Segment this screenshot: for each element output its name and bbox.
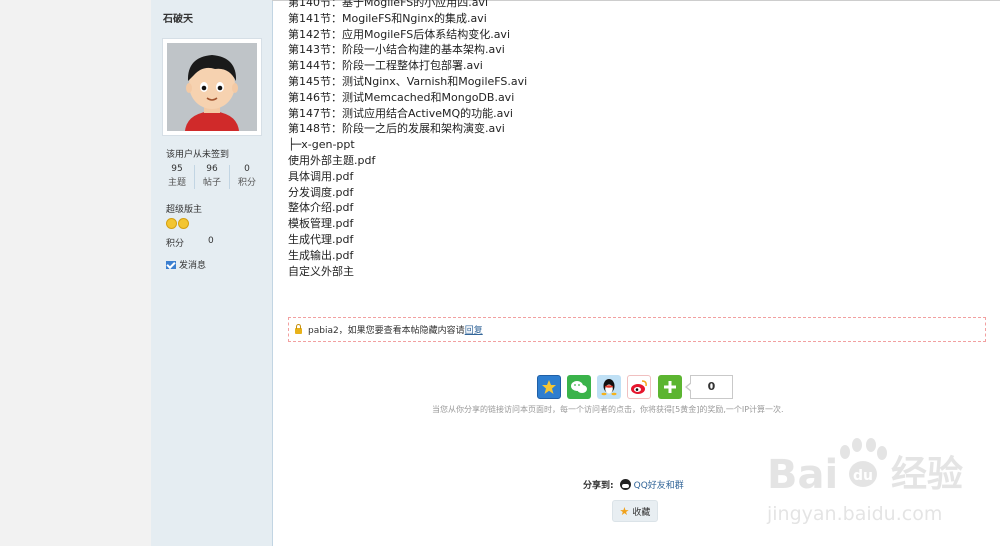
share-more-button[interactable] — [658, 375, 682, 399]
favorite-label: 收藏 — [632, 507, 651, 518]
stat-points-label: 积分 — [237, 178, 256, 188]
lock-icon — [295, 323, 302, 334]
content-line: 第141节：MogileFS和Nginx的集成.avi — [288, 11, 487, 25]
content-line: 具体调用.pdf — [288, 169, 354, 183]
plus-icon — [664, 381, 676, 393]
medal-icon — [166, 218, 177, 229]
content-line: 使用外部主题.pdf — [288, 153, 376, 167]
invite-reward-note: 当您从你分享的链接访问本页面时，每一个访问者的点击，你将获得[5黄金]的奖励,一… — [432, 405, 784, 414]
wechat-icon — [571, 381, 587, 393]
content-line: 第144节：阶段一工程整体打包部署.avi — [288, 59, 483, 73]
user-role[interactable]: 超级版主 — [166, 202, 202, 215]
author-stats: 95 主题 96 帖子 0 积分 — [160, 163, 264, 191]
watermark-url: jingyan.baidu.com — [766, 503, 942, 525]
qq-icon — [619, 479, 631, 490]
content-line: 第148节：阶段一之后的发展和架构演变.avi — [288, 122, 505, 136]
content-line: 第143节：阶段一小结合构建的基本架构.avi — [288, 43, 505, 57]
author-username[interactable]: 石破天 — [163, 10, 193, 25]
stat-topics-value: 95 — [171, 164, 183, 174]
share-wechat-button[interactable] — [567, 375, 591, 399]
reply-link[interactable]: 回复 — [465, 323, 483, 336]
stat-points-value: 0 — [244, 164, 250, 174]
content-line: 第145节：测试Nginx、Varnish和MogileFS.avi — [288, 74, 528, 88]
content-line: 第140节：基于MogileFS的小应用四.avi — [288, 0, 488, 9]
hidden-notice-text: pabia2，如果您要查看本帖隐藏内容请 — [308, 326, 465, 336]
content-line: 第147节：测试应用结合ActiveMQ的功能.avi — [288, 106, 513, 120]
share-count: 0 — [685, 375, 733, 399]
envelope-icon — [166, 260, 176, 269]
sign-status: 该用户从未签到 — [166, 150, 230, 160]
content-line: 模板管理.pdf — [288, 217, 354, 231]
share-to-row: 分享到: QQ好友和群 — [583, 478, 684, 491]
share-qq-button[interactable] — [597, 375, 621, 399]
page-left-margin — [0, 0, 151, 546]
content-line: ├─x-gen-ppt — [288, 138, 355, 152]
share-qzone-button[interactable] — [537, 375, 561, 399]
post-content: 第140节：基于MogileFS的小应用四.avi 第141节：MogileFS… — [288, 0, 527, 279]
content-line: 分发调度.pdf — [288, 185, 354, 199]
content-line: 第142节：应用MogileFS后体系结构变化.avi — [288, 27, 510, 41]
content-line: 自定义外部主 — [288, 264, 354, 278]
watermark-brand-latin: Bai — [767, 452, 838, 498]
star-icon: ★ — [619, 504, 630, 518]
qq-penguin-icon — [601, 379, 617, 396]
medal-icon — [178, 218, 189, 229]
stat-posts-value: 96 — [206, 164, 218, 174]
stat-topics-label: 主题 — [167, 178, 186, 188]
watermark-brand-paw: du — [853, 468, 873, 484]
avatar-image — [167, 43, 257, 131]
avatar[interactable] — [162, 38, 262, 136]
share-to-label: 分享到: — [583, 481, 614, 491]
content-line: 生成输出.pdf — [288, 248, 354, 262]
share-weibo-button[interactable] — [627, 375, 651, 399]
content-line: 整体介绍.pdf — [288, 201, 354, 215]
watermark-brand-cn: 经验 — [891, 454, 963, 495]
points-value: 0 — [208, 236, 214, 246]
share-qq-friends-link[interactable]: QQ好友和群 — [634, 478, 684, 491]
content-line: 生成代理.pdf — [288, 232, 354, 246]
stat-topics[interactable]: 95 主题 — [160, 163, 194, 190]
baidu-jingyan-watermark: Bai du 经验 jingyan.baidu.com — [765, 436, 990, 536]
send-message-link[interactable]: 发消息 — [166, 258, 206, 271]
points-label: 积分 — [166, 239, 185, 249]
favorite-button[interactable]: ★ 收藏 — [612, 500, 658, 522]
star-icon — [542, 380, 556, 394]
hidden-content-notice: pabia2，如果您要查看本帖隐藏内容请 回复 — [288, 317, 986, 342]
weibo-icon — [631, 380, 647, 394]
stat-posts[interactable]: 96 帖子 — [195, 163, 229, 190]
content-line: 第146节：测试Memcached和MongoDB.avi — [288, 90, 515, 104]
stat-posts-label: 帖子 — [202, 178, 221, 188]
stat-points[interactable]: 0 积分 — [230, 163, 264, 190]
send-message-label: 发消息 — [179, 261, 207, 271]
